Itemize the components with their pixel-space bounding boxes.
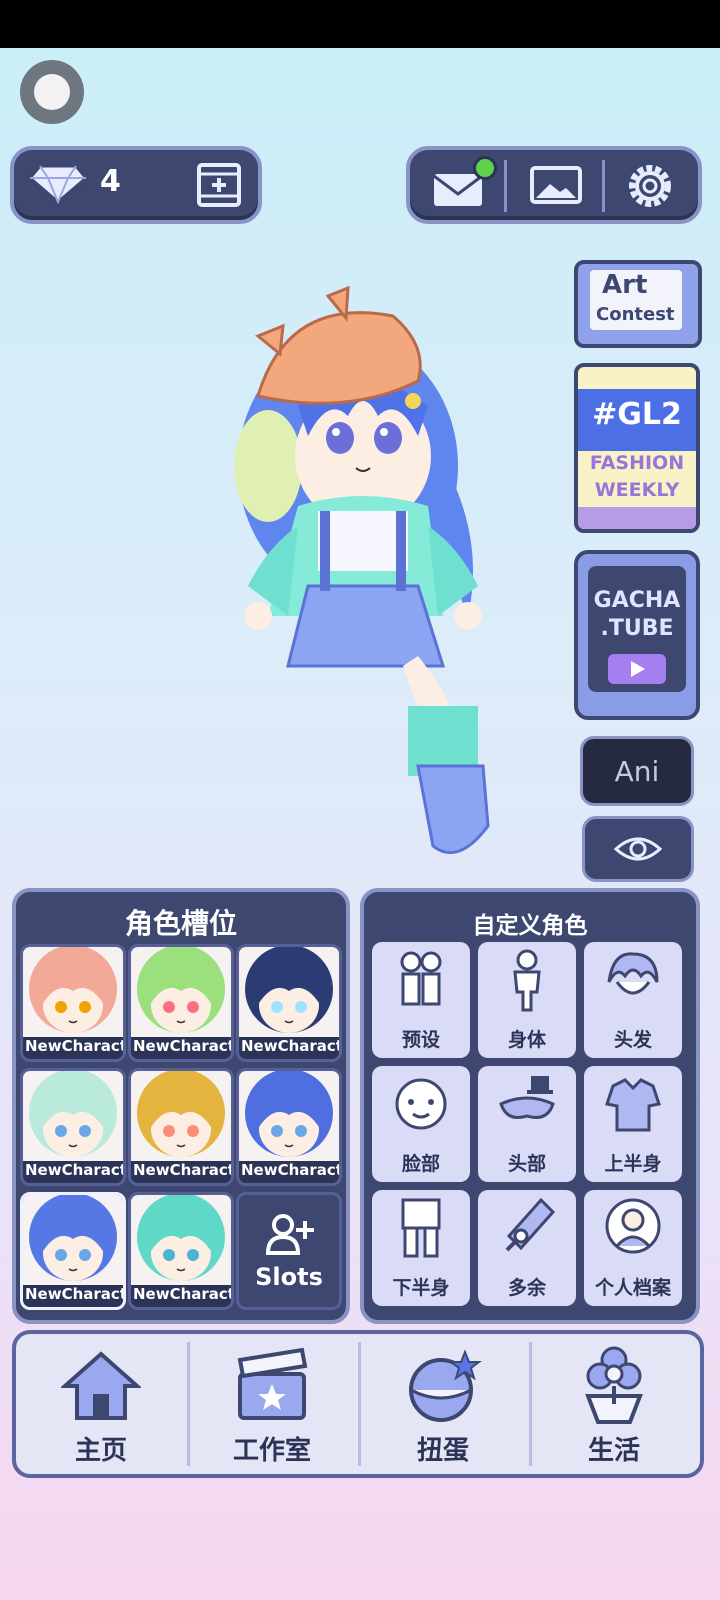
character-slot-name: NewCharacter [25,1037,123,1055]
clapperboard-icon [237,1347,308,1420]
customize-category-button[interactable]: 上半身 [584,1066,682,1182]
customize-panel-title: 自定义角色 [472,913,588,939]
character-slot[interactable]: NewCharacter [236,944,342,1062]
customize-category-button[interactable]: 预设 [372,942,470,1058]
customize-category-label: 个人档案 [594,1277,671,1299]
character-slot[interactable]: NewCharacter [128,1192,234,1310]
character-slot-name: NewCharacter [25,1161,123,1179]
customize-category-label: 预设 [401,1029,440,1051]
character-slot[interactable]: NewCharacter [236,1068,342,1186]
character-avatar [23,1195,123,1285]
character-avatar [239,1071,339,1161]
head-accessory-icon [499,1076,555,1119]
top-right-toolbar [406,146,702,224]
customize-category-button[interactable]: 多余 [478,1190,576,1306]
character-avatar [239,947,339,1037]
status-bar [0,0,720,48]
house-icon [61,1351,141,1420]
character-avatar [131,1195,231,1285]
fashion-weekly-button[interactable]: #GL2 FASHION WEEKLY [574,363,700,533]
play-icon [608,654,666,684]
nav-life[interactable]: 生活 [529,1334,699,1474]
gem-count: 4 [100,164,121,199]
character-slot[interactable]: NewCharacter [128,1068,234,1186]
currency-bar: 4 [10,146,262,224]
customize-category-button[interactable]: 脸部 [372,1066,470,1182]
character-slot-name: NewCharacter [241,1161,339,1179]
notification-dot [473,156,497,180]
customize-category-button[interactable]: 头部 [478,1066,576,1182]
customize-category-button[interactable]: 头发 [584,942,682,1058]
add-user-icon [265,1214,314,1255]
character-avatar [23,1071,123,1161]
character-slot[interactable]: NewCharacter [128,944,234,1062]
eye-icon [614,837,662,861]
bottom-navigation: 主页 工作室 扭蛋 生活 [12,1330,704,1478]
character-slot[interactable]: NewCharacter [20,944,126,1062]
character-slot-name: NewCharacter [133,1037,231,1055]
character-slot-name: NewCharacter [133,1161,231,1179]
customize-category-label: 下半身 [392,1277,450,1299]
settings-gear-icon[interactable] [624,160,676,212]
art-contest-button[interactable]: Art Contest [574,260,702,348]
upper-body-icon [605,1078,661,1132]
customize-category-label: 上半身 [604,1153,662,1175]
presets-icon [400,951,442,1006]
slots-panel-title: 角色槽位 [124,907,237,940]
customize-category-label: 多余 [507,1277,546,1299]
extra-items-icon [505,1197,556,1252]
floating-menu-button[interactable] [20,60,84,124]
character-avatar [23,947,123,1037]
character-preview[interactable] [228,286,508,876]
flower-icon [585,1346,643,1424]
customize-category-button[interactable]: 下半身 [372,1190,470,1306]
gacha-tube-button[interactable]: GACHA .TUBE [574,550,700,720]
lower-body-icon [401,1198,441,1258]
character-slot[interactable]: NewCharacter [20,1068,126,1186]
ani-button[interactable]: Ani [580,736,694,806]
hide-ui-button[interactable] [582,816,694,882]
customize-category-label: 头发 [613,1029,652,1051]
character-avatar [131,1071,231,1161]
character-slot-name: NewCharacter [133,1285,231,1303]
character-slot[interactable]: NewCharacter [20,1192,126,1310]
nav-gacha[interactable]: 扭蛋 [358,1334,528,1474]
diamond-icon [28,164,88,204]
gacha-ball-icon [409,1349,482,1422]
customize-category-label: 脸部 [401,1153,440,1175]
customize-category-button[interactable]: 身体 [478,942,576,1058]
profile-icon [605,1198,661,1254]
nav-home[interactable]: 主页 [16,1334,186,1474]
character-avatar [131,947,231,1037]
customize-category-label: 身体 [507,1029,546,1051]
character-slot-name: NewCharacter [25,1285,123,1303]
add-slots-button[interactable]: Slots [236,1192,342,1310]
hair-icon [607,952,659,995]
body-icon [513,949,541,1012]
character-slot-name: NewCharacter [241,1037,339,1055]
watch-ad-film-icon[interactable] [196,162,242,208]
customize-category-button[interactable]: 个人档案 [584,1190,682,1306]
face-icon [395,1078,447,1130]
nav-studio[interactable]: 工作室 [187,1334,357,1474]
customize-category-label: 头部 [507,1153,546,1175]
gallery-icon[interactable] [528,160,584,210]
